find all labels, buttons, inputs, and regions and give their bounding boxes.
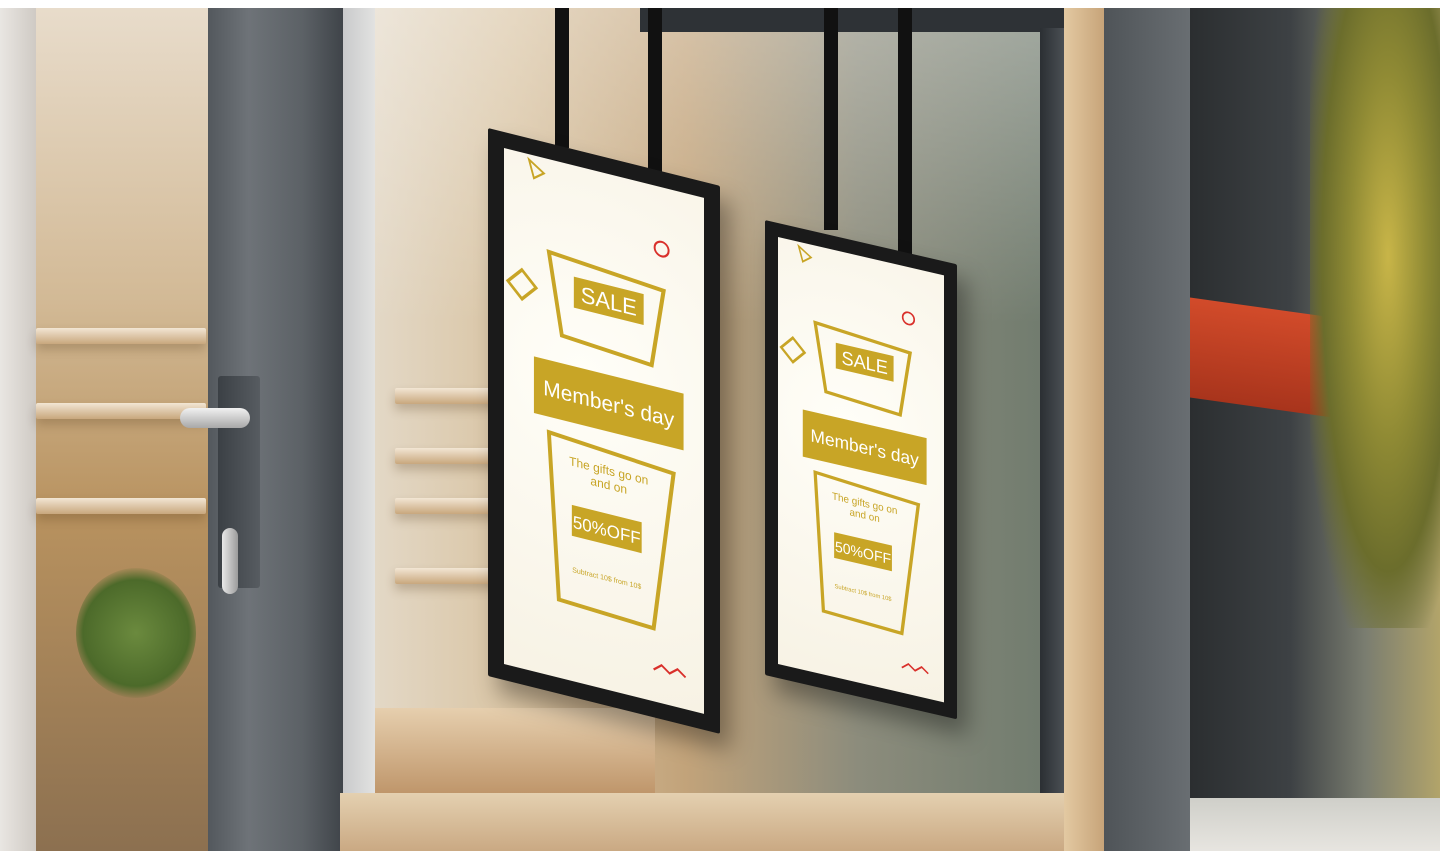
fine-print: Subtract 10$ from 10$ [835, 584, 893, 603]
window-frame-top [640, 8, 1070, 32]
decor-shape [653, 241, 670, 259]
window-mullion [1040, 28, 1064, 798]
sign-artwork: SALE Member's day The gifts go on and on… [505, 156, 687, 679]
left-wall-edge [0, 8, 36, 851]
decor-shape [527, 156, 546, 181]
window-sill [340, 793, 1100, 851]
decor-shape [902, 311, 916, 326]
decor-shape [653, 664, 687, 679]
door-handle[interactable] [180, 408, 250, 428]
door-glass-panel [36, 8, 210, 851]
sign-screen: SALE Member's day The gifts go on and on… [504, 148, 704, 714]
shelf [36, 498, 206, 514]
digital-sign-1: SALE Member's day The gifts go on and on… [488, 128, 720, 734]
door-pull-handle[interactable] [222, 528, 238, 594]
pavement [1190, 798, 1440, 851]
shop-window [375, 8, 1065, 798]
sign-artwork: SALE Member's day The gifts go on and on… [779, 243, 930, 675]
sign-screen: SALE Member's day The gifts go on and on… [778, 236, 944, 703]
plant [76, 568, 196, 698]
light-pillar [343, 8, 375, 851]
decor-shape [797, 243, 813, 263]
hanging-strap [555, 8, 569, 148]
decor-shape [901, 662, 930, 675]
display-table [375, 708, 655, 798]
decor-shape [505, 268, 539, 302]
decor-shape [779, 335, 807, 364]
hanging-strap [824, 8, 838, 230]
hanging-strap [898, 8, 912, 270]
shelf [36, 328, 206, 344]
storefront-scene: SALE Member's day The gifts go on and on… [0, 8, 1440, 851]
tree [1310, 8, 1440, 628]
hanging-strap [648, 8, 662, 183]
fine-print: Subtract 10$ from 10$ [573, 565, 642, 591]
digital-sign-2: SALE Member's day The gifts go on and on… [765, 220, 957, 720]
building-wall [1104, 8, 1194, 851]
building-column [1064, 8, 1104, 851]
